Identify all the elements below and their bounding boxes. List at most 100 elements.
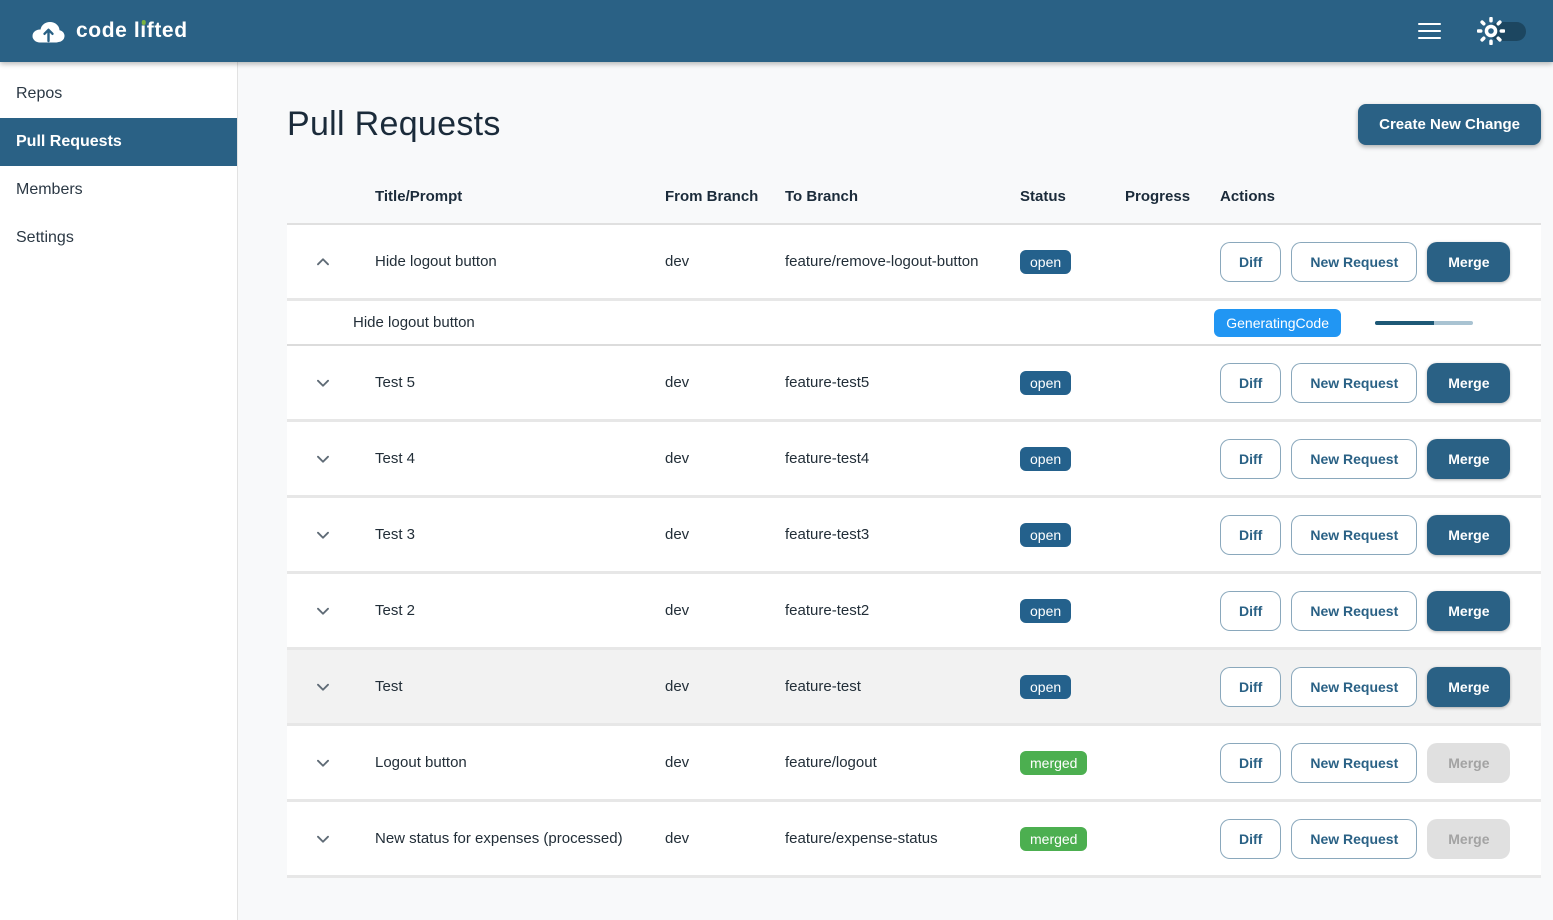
pr-to-branch: feature-test bbox=[769, 678, 1004, 695]
column-header-to-branch: To Branch bbox=[769, 188, 1004, 205]
expand-row-button[interactable] bbox=[308, 748, 338, 778]
merge-button: Merge bbox=[1427, 743, 1510, 783]
new-request-button[interactable]: New Request bbox=[1291, 591, 1417, 631]
expand-row-button[interactable] bbox=[308, 444, 338, 474]
sidebar-item-settings[interactable]: Settings bbox=[0, 214, 237, 262]
diff-button[interactable]: Diff bbox=[1220, 743, 1281, 783]
sidebar: ReposPull RequestsMembersSettings bbox=[0, 62, 238, 920]
merge-button: Merge bbox=[1427, 819, 1510, 859]
diff-button[interactable]: Diff bbox=[1220, 515, 1281, 555]
diff-button[interactable]: Diff bbox=[1220, 363, 1281, 403]
table-row: Logout button dev feature/logout merged … bbox=[287, 726, 1541, 802]
pr-from-branch: dev bbox=[649, 830, 769, 847]
status-badge: open bbox=[1020, 675, 1071, 699]
diff-button[interactable]: Diff bbox=[1220, 439, 1281, 479]
pr-from-branch: dev bbox=[649, 754, 769, 771]
create-new-change-button[interactable]: Create New Change bbox=[1358, 104, 1541, 145]
sidebar-item-pull-requests[interactable]: Pull Requests bbox=[0, 118, 237, 166]
chevron-down-icon bbox=[312, 524, 334, 546]
status-badge: open bbox=[1020, 599, 1071, 623]
sidebar-item-members[interactable]: Members bbox=[0, 166, 237, 214]
pr-detail-prompt: Hide logout button bbox=[353, 314, 475, 331]
column-header-status: Status bbox=[1004, 188, 1109, 205]
sidebar-item-repos[interactable]: Repos bbox=[0, 70, 237, 118]
app-logo: code lıfted bbox=[30, 18, 188, 44]
menu-button[interactable] bbox=[1416, 17, 1443, 46]
pr-title: Test 5 bbox=[359, 374, 649, 391]
pr-to-branch: feature-test4 bbox=[769, 450, 1004, 467]
new-request-button[interactable]: New Request bbox=[1291, 515, 1417, 555]
pr-from-branch: dev bbox=[649, 526, 769, 543]
chevron-down-icon bbox=[312, 600, 334, 622]
new-request-button[interactable]: New Request bbox=[1291, 819, 1417, 859]
main-content: Pull Requests Create New Change Title/Pr… bbox=[238, 62, 1553, 920]
diff-button[interactable]: Diff bbox=[1220, 667, 1281, 707]
diff-button[interactable]: Diff bbox=[1220, 819, 1281, 859]
pr-to-branch: feature/expense-status bbox=[769, 830, 1004, 847]
chevron-down-icon bbox=[312, 372, 334, 394]
pr-from-branch: dev bbox=[649, 678, 769, 695]
table-row: Test 3 dev feature-test3 open Diff New R… bbox=[287, 498, 1541, 574]
pr-from-branch: dev bbox=[649, 602, 769, 619]
expand-row-button[interactable] bbox=[308, 368, 338, 398]
pr-from-branch: dev bbox=[649, 374, 769, 391]
cloud-upload-icon bbox=[30, 18, 66, 44]
diff-button[interactable]: Diff bbox=[1220, 242, 1281, 282]
status-badge: open bbox=[1020, 523, 1071, 547]
new-request-button[interactable]: New Request bbox=[1291, 363, 1417, 403]
merge-button[interactable]: Merge bbox=[1427, 439, 1510, 479]
expand-row-button[interactable] bbox=[308, 247, 338, 277]
expand-row-button[interactable] bbox=[308, 596, 338, 626]
table-row: Test 4 dev feature-test4 open Diff New R… bbox=[287, 422, 1541, 498]
dark-mode-toggle[interactable] bbox=[1477, 17, 1527, 45]
pull-requests-table: Title/Prompt From Branch To Branch Statu… bbox=[287, 169, 1541, 878]
chevron-up-icon bbox=[312, 251, 334, 273]
merge-button[interactable]: Merge bbox=[1427, 242, 1510, 282]
column-header-progress: Progress bbox=[1109, 188, 1204, 205]
table-row: Test 2 dev feature-test2 open Diff New R… bbox=[287, 574, 1541, 650]
merge-button[interactable]: Merge bbox=[1427, 667, 1510, 707]
generation-progress-bar bbox=[1375, 321, 1473, 325]
column-header-from-branch: From Branch bbox=[649, 188, 769, 205]
pr-title: Test 4 bbox=[359, 450, 649, 467]
pr-title: Hide logout button bbox=[359, 253, 649, 270]
generation-stage-badge: GeneratingCode bbox=[1214, 309, 1341, 337]
table-row: Hide logout button dev feature/remove-lo… bbox=[287, 225, 1541, 301]
pr-from-branch: dev bbox=[649, 450, 769, 467]
column-header-title: Title/Prompt bbox=[359, 188, 649, 205]
merge-button[interactable]: Merge bbox=[1427, 591, 1510, 631]
expand-row-button[interactable] bbox=[308, 672, 338, 702]
expand-row-button[interactable] bbox=[308, 824, 338, 854]
pr-to-branch: feature-test2 bbox=[769, 602, 1004, 619]
expand-row-button[interactable] bbox=[308, 520, 338, 550]
new-request-button[interactable]: New Request bbox=[1291, 242, 1417, 282]
pr-to-branch: feature-test5 bbox=[769, 374, 1004, 391]
pr-title: Logout button bbox=[359, 754, 649, 771]
chevron-down-icon bbox=[312, 752, 334, 774]
table-header-row: Title/Prompt From Branch To Branch Statu… bbox=[287, 169, 1541, 225]
pr-title: New status for expenses (processed) bbox=[359, 830, 649, 847]
new-request-button[interactable]: New Request bbox=[1291, 743, 1417, 783]
merge-button[interactable]: Merge bbox=[1427, 363, 1510, 403]
logo-green-dot-i: ı bbox=[140, 19, 146, 43]
app-header: code lıfted bbox=[0, 0, 1553, 62]
pr-to-branch: feature/remove-logout-button bbox=[769, 253, 1004, 270]
pr-from-branch: dev bbox=[649, 253, 769, 270]
page-title: Pull Requests bbox=[287, 105, 501, 144]
hamburger-icon bbox=[1418, 23, 1441, 26]
pr-title: Test 3 bbox=[359, 526, 649, 543]
status-badge: merged bbox=[1020, 827, 1087, 851]
new-request-button[interactable]: New Request bbox=[1291, 667, 1417, 707]
pr-title: Test bbox=[359, 678, 649, 695]
status-badge: open bbox=[1020, 371, 1071, 395]
diff-button[interactable]: Diff bbox=[1220, 591, 1281, 631]
brightness-icon bbox=[1477, 17, 1505, 45]
pr-table-body: Hide logout button dev feature/remove-lo… bbox=[287, 225, 1541, 878]
pr-title: Test 2 bbox=[359, 602, 649, 619]
table-row: Test dev feature-test open Diff New Requ… bbox=[287, 650, 1541, 726]
merge-button[interactable]: Merge bbox=[1427, 515, 1510, 555]
new-request-button[interactable]: New Request bbox=[1291, 439, 1417, 479]
chevron-down-icon bbox=[312, 828, 334, 850]
column-header-actions: Actions bbox=[1204, 188, 1541, 205]
status-badge: merged bbox=[1020, 751, 1087, 775]
